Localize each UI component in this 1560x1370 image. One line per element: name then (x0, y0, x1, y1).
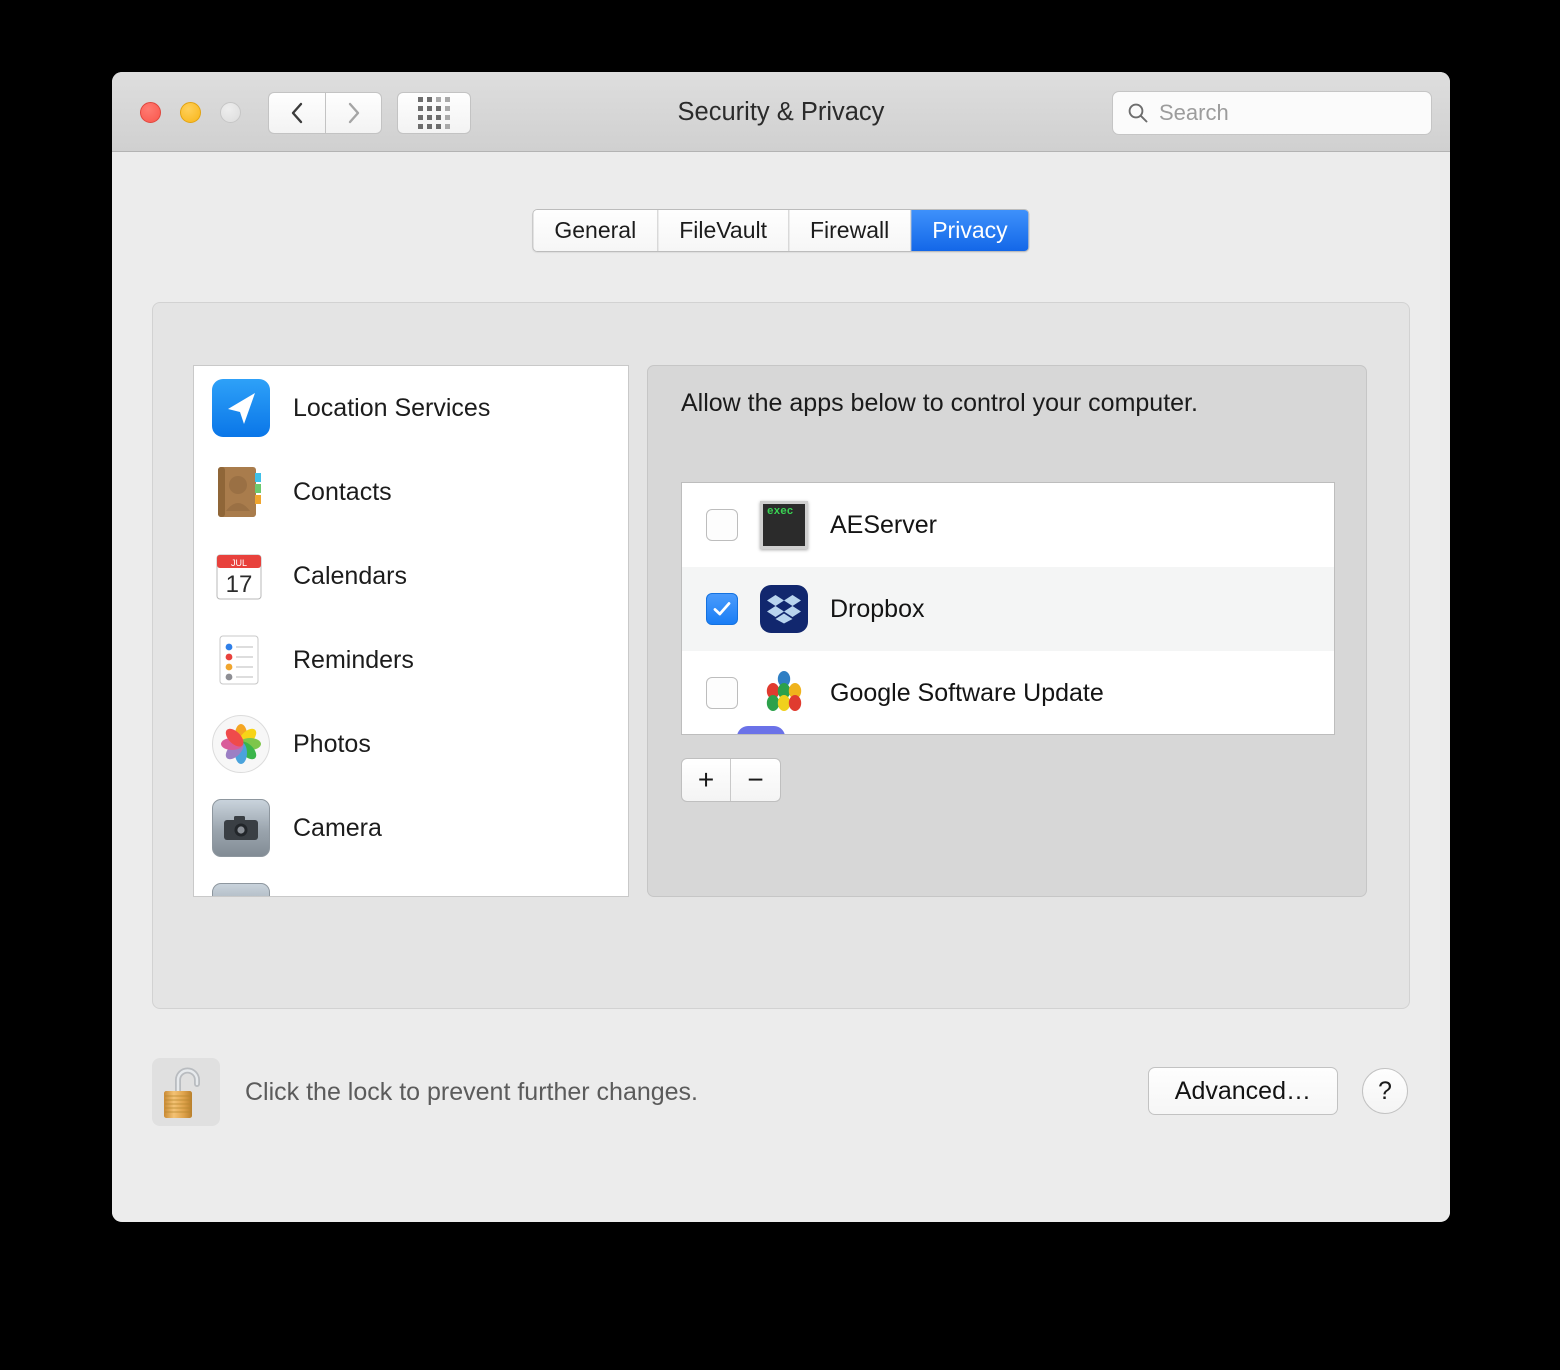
exec-terminal-icon: exec (760, 501, 808, 549)
dropbox-icon (760, 585, 808, 633)
sidebar-item-contacts[interactable]: Contacts (194, 450, 628, 534)
add-app-button[interactable]: + (682, 759, 731, 801)
sidebar-item-label: Reminders (293, 645, 414, 674)
sidebar-item-label: Location Services (293, 393, 491, 422)
help-button[interactable]: ? (1362, 1068, 1408, 1114)
google-software-update-icon (760, 669, 808, 717)
sidebar-item-reminders[interactable]: Reminders (194, 618, 628, 702)
remove-app-button[interactable]: − (731, 759, 780, 801)
tab-bar: General FileVault Firewall Privacy (532, 209, 1030, 252)
lock-button[interactable] (152, 1058, 220, 1126)
svg-text:17: 17 (226, 571, 253, 598)
table-row[interactable]: exec AEServer (682, 483, 1334, 567)
advanced-button[interactable]: Advanced… (1147, 1067, 1338, 1115)
contacts-icon (212, 463, 270, 521)
sidebar-item-calendars[interactable]: JUL 17 Calendars (194, 534, 628, 618)
checkmark-icon (713, 602, 731, 616)
search-icon (1128, 103, 1148, 123)
sidebar-item-camera[interactable]: Camera (194, 786, 628, 870)
tab-privacy[interactable]: Privacy (911, 210, 1029, 251)
app-permissions-panel: Allow the apps below to control your com… (647, 365, 1367, 897)
window-body: General FileVault Firewall Privacy Locat… (112, 152, 1450, 1221)
app-name: Dropbox (830, 594, 925, 623)
reminders-icon (212, 631, 270, 689)
table-row[interactable]: Google Software Update (682, 651, 1334, 734)
lock-message: Click the lock to prevent further change… (245, 1077, 699, 1106)
sidebar-item-photos[interactable]: Photos (194, 702, 628, 786)
add-remove-button-group: + − (681, 758, 781, 802)
tab-general[interactable]: General (533, 210, 659, 251)
tab-firewall[interactable]: Firewall (788, 210, 912, 251)
sidebar-item-label: Contacts (293, 477, 392, 506)
calendars-icon: JUL 17 (212, 547, 270, 605)
camera-icon (212, 799, 270, 857)
search-placeholder: Search (1159, 100, 1229, 125)
privacy-category-list[interactable]: Location Services Contacts JUL 17 Calend… (193, 365, 629, 897)
sidebar-item-label: Calendars (293, 561, 407, 590)
location-services-icon (212, 379, 270, 437)
app-name: AEServer (830, 510, 937, 539)
allowed-apps-list[interactable]: exec AEServer Dropbox Google Software Up… (681, 482, 1335, 735)
clipped-app-icon (737, 726, 785, 734)
app-checkbox[interactable] (706, 509, 738, 541)
svg-text:JUL: JUL (231, 558, 247, 568)
photos-icon (212, 715, 270, 773)
panel-heading: Allow the apps below to control your com… (681, 389, 1198, 417)
sidebar-item-location-services[interactable]: Location Services (194, 366, 628, 450)
app-checkbox[interactable] (706, 593, 738, 625)
app-checkbox[interactable] (706, 677, 738, 709)
app-name: Google Software Update (830, 678, 1104, 707)
system-preferences-window: Security & Privacy Search General FileVa… (112, 72, 1450, 1222)
privacy-panel: Location Services Contacts JUL 17 Calend… (152, 302, 1410, 1009)
window-titlebar: Security & Privacy Search (112, 72, 1450, 152)
sidebar-item-label: Photos (293, 729, 371, 758)
search-field[interactable]: Search (1112, 91, 1432, 135)
sidebar-item-microphone[interactable]: Microphone (194, 870, 628, 896)
unlocked-padlock-icon (164, 1067, 200, 1118)
sidebar-item-label: Camera (293, 813, 382, 842)
tab-filevault[interactable]: FileVault (658, 210, 789, 251)
lock-section: Click the lock to prevent further change… (152, 1058, 698, 1126)
table-row[interactable]: Dropbox (682, 567, 1334, 651)
microphone-icon (212, 883, 270, 896)
